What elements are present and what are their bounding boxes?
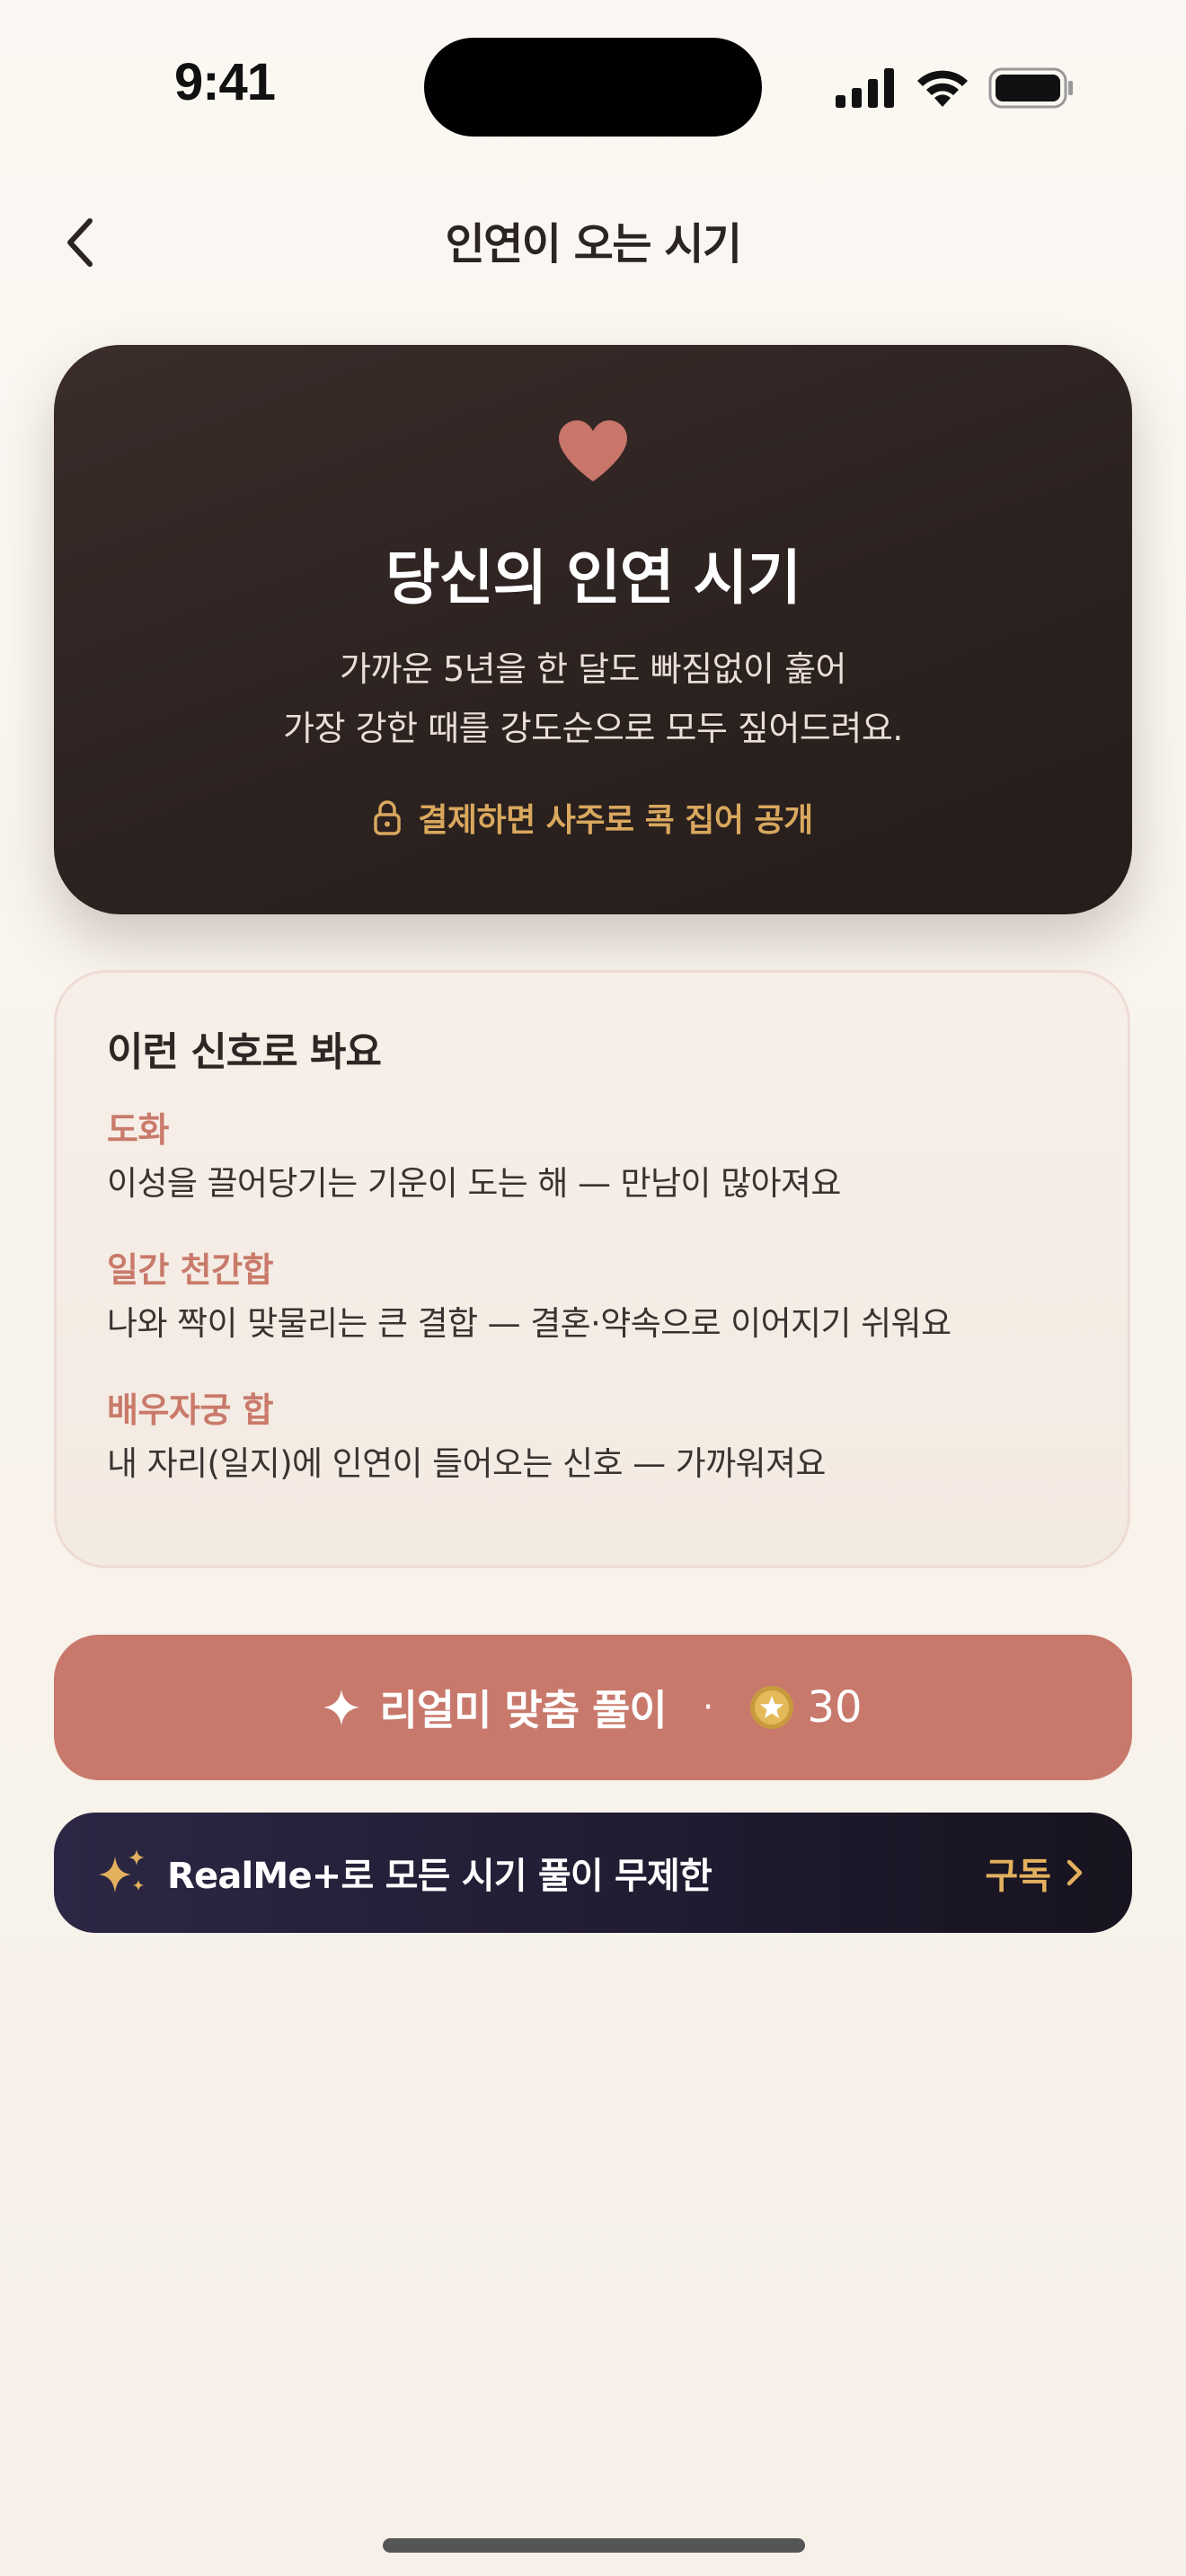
- star-coin-icon: [750, 1686, 794, 1729]
- lock-note-text: 결제하면 사주로 콕 집어 공개: [418, 802, 813, 839]
- dynamic-island: [424, 38, 762, 137]
- page-title: 인연이 오는 시기: [445, 219, 742, 269]
- signal-item: 일간 천간합 나와 짝이 맞물리는 큰 결합 — 결혼·약속으로 이어지기 쉬워…: [107, 1248, 1092, 1346]
- nav-bar: 인연이 오는 시기: [0, 180, 1186, 305]
- signal-description: 나와 짝이 맞물리는 큰 결합 — 결혼·약속으로 이어지기 쉬워요: [107, 1304, 951, 1343]
- separator-dot: ·: [702, 1687, 714, 1728]
- home-indicator: [383, 2538, 805, 2553]
- subscribe-banner[interactable]: RealMe+로 모든 시기 풀이 무제한 구독: [54, 1813, 1132, 1933]
- hero-heart: [54, 419, 1132, 483]
- chevron-left-icon: [67, 218, 93, 267]
- signal-description: 내 자리(일지)에 인연이 들어오는 신호 — 가까워져요: [107, 1444, 826, 1483]
- wifi-icon: [917, 70, 968, 107]
- signals-card: 이런 신호로 봐요 도화 이성을 끌어당기는 기운이 도는 해 — 만남이 많아…: [54, 970, 1130, 1568]
- hero-description-line-1: 가까운 5년을 한 달도 빠짐없이 훑어: [339, 649, 847, 689]
- hero-description-line-2: 가장 강한 때를 강도순으로 모두 짚어드려요.: [283, 709, 903, 748]
- status-icons: [836, 63, 1075, 113]
- status-bar: 9:41: [0, 0, 1186, 171]
- hero-lock-note: 결제하면 사주로 콕 집어 공개: [54, 794, 1132, 841]
- hero-title: 당신의 인연 시기: [385, 543, 801, 613]
- back-button[interactable]: [45, 207, 117, 278]
- signal-item: 배우자궁 합 내 자리(일지)에 인연이 들어오는 신호 — 가까워져요: [107, 1388, 1092, 1486]
- custom-reading-button[interactable]: 리얼미 맞춤 풀이 · 30: [54, 1635, 1132, 1780]
- hero-description: 가까운 5년을 한 달도 빠짐없이 훑어 가장 강한 때를 강도순으로 모두 짚…: [108, 640, 1078, 758]
- cellular-signal-icon: [836, 68, 894, 108]
- signal-name: 일간 천간합: [107, 1250, 274, 1290]
- sparkle-icon: [323, 1689, 360, 1725]
- sparkles-icon: [99, 1849, 145, 1892]
- signal-name: 배우자궁 합: [107, 1390, 274, 1430]
- chevron-right-icon: [1067, 1859, 1083, 1886]
- hero-card: 당신의 인연 시기 가까운 5년을 한 달도 빠짐없이 훑어 가장 강한 때를 …: [54, 345, 1132, 914]
- sparkles-icon-wrap: [95, 1846, 149, 1900]
- signal-item: 도화 이성을 끌어당기는 기운이 도는 해 — 만남이 많아져요: [107, 1107, 1092, 1206]
- battery-icon: [988, 67, 1073, 109]
- heart-icon: [559, 420, 627, 481]
- price-value: 30: [807, 1682, 863, 1733]
- signals-title: 이런 신호로 봐요: [107, 1029, 382, 1075]
- subscribe-text: RealMe+로 모든 시기 풀이 무제한: [167, 1856, 712, 1897]
- signal-description: 이성을 끌어당기는 기운이 도는 해 — 만남이 많아져요: [107, 1164, 841, 1203]
- signal-name: 도화: [107, 1110, 169, 1150]
- subscribe-action-label: 구독: [985, 1856, 1051, 1897]
- status-time: 9:41: [173, 53, 276, 111]
- custom-reading-label: 리얼미 맞춤 풀이: [379, 1686, 667, 1734]
- subscribe-action[interactable]: 구독: [985, 1813, 1084, 1933]
- lock-icon: [374, 800, 401, 835]
